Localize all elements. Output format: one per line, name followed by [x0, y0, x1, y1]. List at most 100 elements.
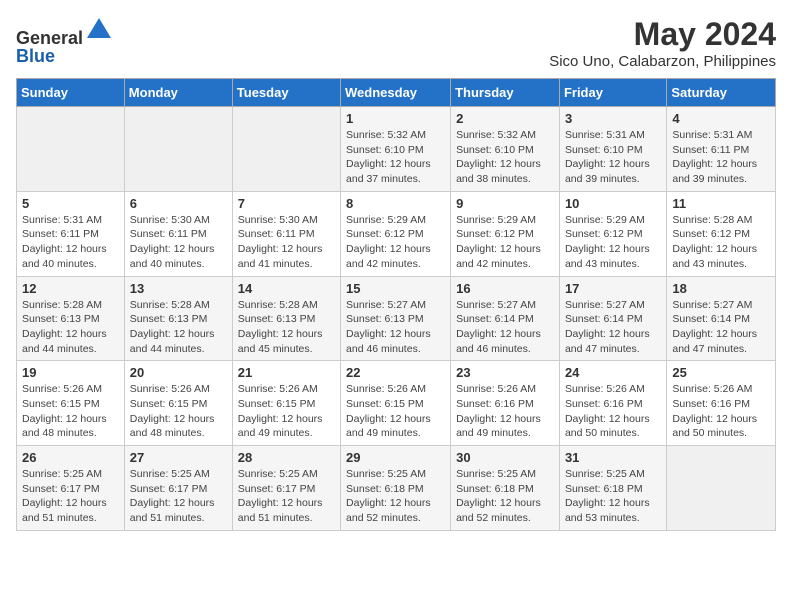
calendar-day-cell: 25Sunrise: 5:26 AMSunset: 6:16 PMDayligh… [667, 361, 776, 446]
day-of-week-header: Sunday [17, 79, 125, 107]
day-info: Sunrise: 5:31 AMSunset: 6:10 PMDaylight:… [565, 128, 661, 187]
calendar-day-cell: 7Sunrise: 5:30 AMSunset: 6:11 PMDaylight… [232, 191, 340, 276]
calendar-day-cell: 24 Sunrise: 5:26 AMSunset: 6:16 PMDayligh… [559, 361, 666, 446]
day-number: 6 [130, 196, 227, 211]
calendar-day-cell: 31 Sunrise: 5:25 AMSunset: 6:18 PMDayligh… [559, 446, 666, 531]
main-title: May 2024 [549, 16, 776, 53]
calendar-week-row: 1 Sunrise: 5:32 AMSunset: 6:10 PMDaylight… [17, 107, 776, 192]
calendar-day-cell: 11Sunrise: 5:28 AMSunset: 6:12 PMDayligh… [667, 191, 776, 276]
calendar-day-cell: 19 Sunrise: 5:26 AMSunset: 6:15 PMDayligh… [17, 361, 125, 446]
day-number: 4 [672, 111, 770, 126]
day-of-week-header: Friday [559, 79, 666, 107]
calendar-day-cell: 23 Sunrise: 5:26 AMSunset: 6:16 PMDayligh… [451, 361, 560, 446]
day-of-week-header-row: SundayMondayTuesdayWednesdayThursdayFrid… [17, 79, 776, 107]
logo: General Blue [16, 16, 113, 67]
calendar-week-row: 19 Sunrise: 5:26 AMSunset: 6:15 PMDayligh… [17, 361, 776, 446]
day-number: 22 [346, 365, 445, 380]
day-info: Sunrise: 5:26 AMSunset: 6:15 PMDaylight:… [130, 382, 227, 441]
calendar-day-cell [667, 446, 776, 531]
day-info: Sunrise: 5:32 AMSunset: 6:10 PMDaylight:… [456, 128, 554, 187]
day-of-week-header: Tuesday [232, 79, 340, 107]
calendar-day-cell: 1 Sunrise: 5:32 AMSunset: 6:10 PMDaylight… [341, 107, 451, 192]
day-number: 29 [346, 450, 445, 465]
day-info: Sunrise: 5:26 AMSunset: 6:16 PMDaylight:… [565, 382, 661, 441]
day-number: 28 [238, 450, 335, 465]
day-info: Sunrise: 5:26 AMSunset: 6:16 PMDaylight:… [456, 382, 554, 441]
day-number: 21 [238, 365, 335, 380]
calendar-day-cell: 18 Sunrise: 5:27 AMSunset: 6:14 PMDayligh… [667, 276, 776, 361]
day-number: 31 [565, 450, 661, 465]
subtitle: Sico Uno, Calabarzon, Philippines [549, 53, 776, 70]
calendar-body: 1 Sunrise: 5:32 AMSunset: 6:10 PMDaylight… [17, 107, 776, 531]
day-number: 18 [672, 281, 770, 296]
day-number: 20 [130, 365, 227, 380]
day-number: 2 [456, 111, 554, 126]
calendar-day-cell: 14 Sunrise: 5:28 AMSunset: 6:13 PMDayligh… [232, 276, 340, 361]
calendar-day-cell [124, 107, 232, 192]
calendar-day-cell: 8Sunrise: 5:29 AMSunset: 6:12 PMDaylight… [341, 191, 451, 276]
day-number: 26 [22, 450, 119, 465]
day-info: Sunrise: 5:31 AMSunset: 6:11 PMDaylight:… [672, 128, 770, 187]
calendar-day-cell [17, 107, 125, 192]
calendar-day-cell: 26 Sunrise: 5:25 AMSunset: 6:17 PMDayligh… [17, 446, 125, 531]
day-number: 10 [565, 196, 661, 211]
calendar-day-cell: 2 Sunrise: 5:32 AMSunset: 6:10 PMDaylight… [451, 107, 560, 192]
day-number: 24 [565, 365, 661, 380]
day-number: 17 [565, 281, 661, 296]
logo-icon [85, 16, 113, 44]
day-number: 13 [130, 281, 227, 296]
day-of-week-header: Monday [124, 79, 232, 107]
calendar-day-cell: 20 Sunrise: 5:26 AMSunset: 6:15 PMDayligh… [124, 361, 232, 446]
calendar-day-cell: 22 Sunrise: 5:26 AMSunset: 6:15 PMDayligh… [341, 361, 451, 446]
day-info: Sunrise: 5:25 AMSunset: 6:18 PMDaylight:… [565, 467, 661, 526]
day-info: Sunrise: 5:30 AMSunset: 6:11 PMDaylight:… [130, 213, 227, 272]
day-info: Sunrise: 5:27 AMSunset: 6:14 PMDaylight:… [672, 298, 770, 357]
day-info: Sunrise: 5:26 AMSunset: 6:15 PMDaylight:… [346, 382, 445, 441]
day-of-week-header: Thursday [451, 79, 560, 107]
day-info: Sunrise: 5:25 AMSunset: 6:18 PMDaylight:… [456, 467, 554, 526]
day-of-week-header: Saturday [667, 79, 776, 107]
day-number: 16 [456, 281, 554, 296]
day-info: Sunrise: 5:31 AMSunset: 6:11 PMDaylight:… [22, 213, 119, 272]
calendar-day-cell: 29 Sunrise: 5:25 AMSunset: 6:18 PMDayligh… [341, 446, 451, 531]
day-number: 1 [346, 111, 445, 126]
title-block: May 2024 Sico Uno, Calabarzon, Philippin… [549, 16, 776, 70]
calendar-day-cell: 3 Sunrise: 5:31 AMSunset: 6:10 PMDaylight… [559, 107, 666, 192]
day-info: Sunrise: 5:28 AMSunset: 6:13 PMDaylight:… [238, 298, 335, 357]
day-number: 5 [22, 196, 119, 211]
day-number: 23 [456, 365, 554, 380]
calendar-week-row: 26 Sunrise: 5:25 AMSunset: 6:17 PMDayligh… [17, 446, 776, 531]
day-number: 12 [22, 281, 119, 296]
day-number: 3 [565, 111, 661, 126]
calendar-day-cell: 30 Sunrise: 5:25 AMSunset: 6:18 PMDayligh… [451, 446, 560, 531]
day-info: Sunrise: 5:30 AMSunset: 6:11 PMDaylight:… [238, 213, 335, 272]
day-info: Sunrise: 5:25 AMSunset: 6:17 PMDaylight:… [22, 467, 119, 526]
day-info: Sunrise: 5:28 AMSunset: 6:12 PMDaylight:… [672, 213, 770, 272]
calendar-day-cell: 28Sunrise: 5:25 AMSunset: 6:17 PMDayligh… [232, 446, 340, 531]
day-info: Sunrise: 5:26 AMSunset: 6:15 PMDaylight:… [238, 382, 335, 441]
calendar-day-cell: 16Sunrise: 5:27 AMSunset: 6:14 PMDayligh… [451, 276, 560, 361]
calendar-day-cell: 12 Sunrise: 5:28 AMSunset: 6:13 PMDayligh… [17, 276, 125, 361]
day-info: Sunrise: 5:26 AMSunset: 6:16 PMDaylight:… [672, 382, 770, 441]
calendar-day-cell: 21 Sunrise: 5:26 AMSunset: 6:15 PMDayligh… [232, 361, 340, 446]
day-info: Sunrise: 5:28 AMSunset: 6:13 PMDaylight:… [22, 298, 119, 357]
day-info: Sunrise: 5:28 AMSunset: 6:13 PMDaylight:… [130, 298, 227, 357]
calendar-day-cell: 15Sunrise: 5:27 AMSunset: 6:13 PMDayligh… [341, 276, 451, 361]
calendar-table: SundayMondayTuesdayWednesdayThursdayFrid… [16, 78, 776, 531]
day-of-week-header: Wednesday [341, 79, 451, 107]
calendar-day-cell: 5 Sunrise: 5:31 AMSunset: 6:11 PMDaylight… [17, 191, 125, 276]
calendar-day-cell [232, 107, 340, 192]
day-info: Sunrise: 5:29 AMSunset: 6:12 PMDaylight:… [565, 213, 661, 272]
day-number: 19 [22, 365, 119, 380]
day-info: Sunrise: 5:25 AMSunset: 6:18 PMDaylight:… [346, 467, 445, 526]
day-info: Sunrise: 5:32 AMSunset: 6:10 PMDaylight:… [346, 128, 445, 187]
calendar-day-cell: 17 Sunrise: 5:27 AMSunset: 6:14 PMDayligh… [559, 276, 666, 361]
day-info: Sunrise: 5:26 AMSunset: 6:15 PMDaylight:… [22, 382, 119, 441]
day-number: 14 [238, 281, 335, 296]
page-header: General Blue May 2024 Sico Uno, Calabarz… [16, 16, 776, 70]
day-info: Sunrise: 5:27 AMSunset: 6:14 PMDaylight:… [565, 298, 661, 357]
calendar-day-cell: 6 Sunrise: 5:30 AMSunset: 6:11 PMDaylight… [124, 191, 232, 276]
calendar-week-row: 5 Sunrise: 5:31 AMSunset: 6:11 PMDaylight… [17, 191, 776, 276]
day-number: 30 [456, 450, 554, 465]
day-number: 8 [346, 196, 445, 211]
